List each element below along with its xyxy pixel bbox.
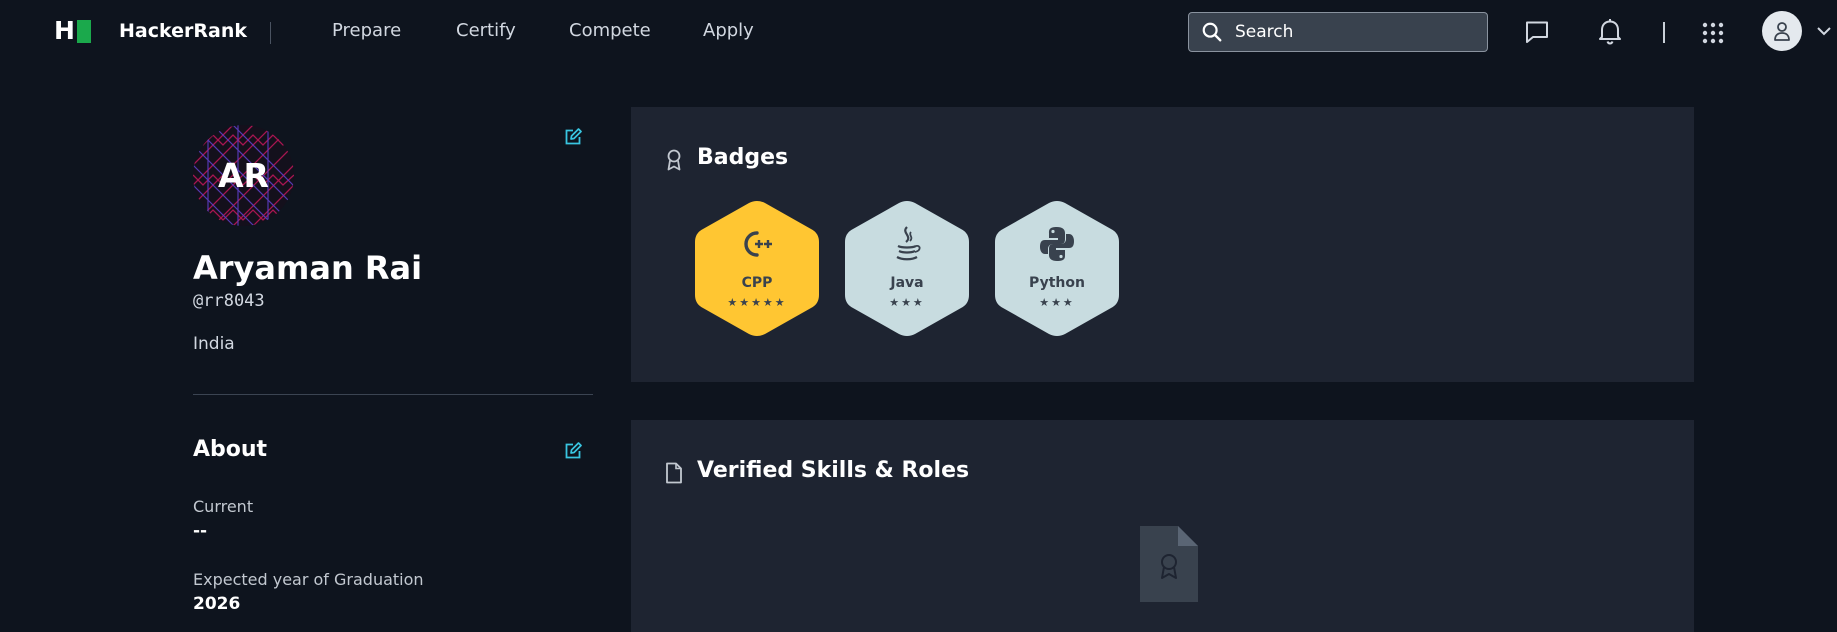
apps-grid-icon[interactable] xyxy=(1702,22,1724,44)
user-menu-avatar[interactable] xyxy=(1762,11,1802,51)
search-icon xyxy=(1202,22,1222,42)
badge-hexagon xyxy=(695,201,819,336)
badge-cpp[interactable]: CPP ★★★★★ xyxy=(694,200,820,337)
profile-avatar: AR xyxy=(193,125,294,226)
profile-username: @rr8043 xyxy=(193,291,265,311)
about-heading: About xyxy=(193,437,268,462)
badge-hexagon xyxy=(845,201,969,336)
badge-name: Python xyxy=(1029,275,1085,291)
logo-h-mark: H xyxy=(54,16,75,45)
badge-stars: ★★★ xyxy=(889,296,925,309)
about-current-label: Current xyxy=(193,497,254,516)
cpp-icon xyxy=(744,231,772,257)
nav-divider xyxy=(1663,22,1665,43)
about-current-value: -- xyxy=(193,521,208,541)
badge-name: Java xyxy=(890,275,924,291)
search-input[interactable] xyxy=(1235,22,1475,42)
search-box[interactable] xyxy=(1188,12,1488,52)
profile-divider xyxy=(193,394,593,395)
badge-python[interactable]: Python ★★★ xyxy=(994,200,1120,337)
badge-java[interactable]: Java ★★★ xyxy=(844,200,970,337)
brand-name[interactable]: HackerRank xyxy=(119,20,247,42)
badge-stars: ★★★ xyxy=(1039,296,1075,309)
nav-link-certify[interactable]: Certify xyxy=(456,20,516,41)
about-graduation-label: Expected year of Graduation xyxy=(193,570,424,589)
nav-link-prepare[interactable]: Prepare xyxy=(332,20,401,41)
messages-icon[interactable] xyxy=(1524,20,1550,44)
logo-green-bar xyxy=(77,19,91,43)
edit-profile-icon[interactable] xyxy=(564,128,582,146)
chevron-down-icon[interactable] xyxy=(1816,26,1832,37)
profile-name: Aryaman Rai xyxy=(193,249,423,287)
nav-link-compete[interactable]: Compete xyxy=(569,20,651,41)
brand-divider xyxy=(270,22,271,44)
python-icon xyxy=(1040,227,1074,261)
empty-certificate-icon xyxy=(1140,526,1198,602)
badge-hexagon xyxy=(995,201,1119,336)
notifications-bell-icon[interactable] xyxy=(1598,18,1622,45)
about-graduation-value: 2026 xyxy=(193,594,241,614)
verified-skills-heading: Verified Skills & Roles xyxy=(697,458,970,483)
top-navbar: H HackerRank Prepare Certify Compete App… xyxy=(0,0,1837,63)
document-icon xyxy=(666,462,682,484)
badges-heading: Badges xyxy=(697,145,789,170)
verified-skills-card: Verified Skills & Roles xyxy=(631,420,1694,632)
badge-ribbon-icon xyxy=(667,149,681,171)
hackerrank-logo[interactable]: H xyxy=(54,16,94,45)
user-icon xyxy=(1774,22,1790,41)
nav-link-apply[interactable]: Apply xyxy=(703,20,754,41)
edit-about-icon[interactable] xyxy=(564,442,582,460)
java-icon xyxy=(896,226,921,261)
badge-stars: ★★★★★ xyxy=(727,296,787,309)
badges-card: Badges CPP ★★★★★ Java ★★★ Python ★★★ xyxy=(631,107,1694,382)
badge-name: CPP xyxy=(741,275,773,291)
profile-country: India xyxy=(193,334,235,354)
avatar-initials: AR xyxy=(218,156,269,195)
